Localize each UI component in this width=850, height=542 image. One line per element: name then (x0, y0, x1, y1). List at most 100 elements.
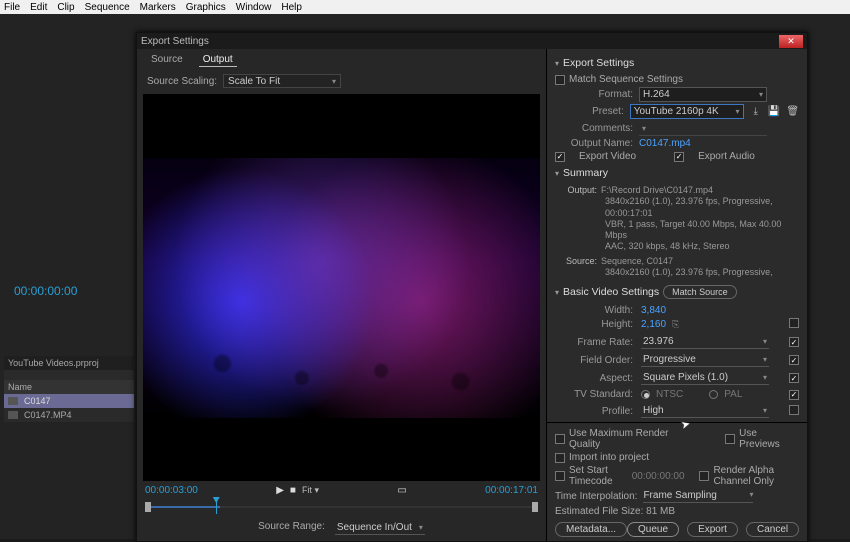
estimated-file-size: Estimated File Size: 81 MB (555, 506, 799, 517)
comments-label: Comments: (555, 123, 633, 134)
width-label: Width: (555, 305, 641, 316)
cancel-button[interactable]: Cancel (746, 522, 799, 537)
project-item-clip[interactable]: C0147.MP4 (4, 408, 134, 422)
output-name-link[interactable]: C0147.mp4 (639, 138, 691, 149)
delete-preset-icon[interactable]: 🗑 (786, 105, 799, 119)
out-point-handle[interactable] (532, 502, 538, 512)
fieldorder-dropdown[interactable]: Progressive (641, 353, 769, 367)
set-start-tc-checkbox[interactable] (555, 471, 565, 481)
tab-output[interactable]: Output (199, 53, 237, 67)
tvstd-label: TV Standard: (555, 389, 641, 400)
export-settings-header[interactable]: Export Settings (555, 57, 799, 69)
basic-video-settings-header[interactable]: Basic Video Settings Match Source (555, 285, 799, 299)
workspace: 00:00:00:00 YouTube Videos.prproj Name C… (0, 14, 850, 539)
playhead[interactable] (216, 500, 217, 514)
match-framerate-checkbox[interactable] (789, 337, 799, 347)
import-into-project-checkbox[interactable] (555, 453, 565, 463)
pal-radio[interactable] (709, 390, 718, 399)
project-panel[interactable]: YouTube Videos.prproj Name C0147 C0147.M… (4, 356, 134, 422)
project-column-name[interactable]: Name (4, 380, 134, 394)
video-preview[interactable] (143, 94, 540, 481)
framerate-label: Frame Rate: (555, 337, 641, 348)
app-menubar[interactable]: File Edit Clip Sequence Markers Graphics… (0, 0, 850, 14)
menu-window[interactable]: Window (236, 2, 272, 13)
zoom-fit-dropdown[interactable]: Fit ▾ (302, 485, 319, 496)
time-interpolation-dropdown[interactable]: Frame Sampling (643, 490, 753, 503)
menu-graphics[interactable]: Graphics (186, 2, 226, 13)
summary-header[interactable]: Summary (555, 167, 799, 179)
export-video-checkbox[interactable] (555, 152, 565, 162)
close-button[interactable]: ✕ (779, 35, 803, 48)
render-alpha-checkbox[interactable] (699, 471, 709, 481)
menu-clip[interactable]: Clip (57, 2, 74, 13)
height-value[interactable]: 2,160 (641, 319, 666, 330)
export-footer: Use Maximum Render Quality Use Previews … (547, 422, 807, 541)
aspect-dropdown[interactable]: Square Pixels (1.0) (641, 371, 769, 385)
source-scaling-dropdown[interactable]: Scale To Fit (223, 74, 341, 88)
match-tvstd-checkbox[interactable] (789, 390, 799, 400)
aspect-correction-icon[interactable]: ▭ (397, 485, 406, 496)
match-sequence-label: Match Sequence Settings (569, 74, 683, 85)
current-timecode[interactable]: 00:00:03:00 (145, 485, 198, 496)
stop-icon[interactable]: ■ (290, 485, 296, 496)
source-range-label: Source Range: (258, 521, 325, 535)
queue-button[interactable]: Queue (627, 522, 679, 537)
output-name-label: Output Name: (555, 138, 633, 149)
export-settings-dialog: Export Settings ✕ Source Output Source S… (136, 32, 808, 542)
use-previews-checkbox[interactable] (725, 434, 735, 444)
dialog-titlebar[interactable]: Export Settings ✕ (137, 33, 807, 49)
dialog-title: Export Settings (141, 36, 209, 47)
transport-controls: 00:00:03:00 ▶ ■ Fit ▾ ▭ 00:00:17:01 (137, 481, 546, 541)
scrub-bar[interactable] (145, 498, 538, 518)
width-value[interactable]: 3,840 (641, 305, 666, 316)
framerate-dropdown[interactable]: 23.976 (641, 335, 769, 349)
export-button[interactable]: Export (687, 522, 738, 537)
time-interpolation-label: Time Interpolation: (555, 491, 637, 502)
metadata-button[interactable]: Metadata... (555, 522, 627, 537)
max-render-quality-label: Use Maximum Render Quality (569, 428, 700, 450)
menu-file[interactable]: File (4, 2, 20, 13)
save-preset-icon[interactable]: 💾 (768, 105, 780, 119)
match-dimensions-checkbox[interactable] (789, 318, 799, 328)
preset-dropdown[interactable]: YouTube 2160p 4K (630, 104, 744, 119)
source-range-dropdown[interactable]: Sequence In/Out (335, 521, 425, 535)
comments-input[interactable] (639, 121, 767, 136)
ntsc-radio[interactable] (641, 390, 650, 399)
use-previews-label: Use Previews (739, 428, 799, 450)
import-into-project-label: Import into project (569, 452, 649, 463)
menu-edit[interactable]: Edit (30, 2, 47, 13)
start-tc-value: 00:00:00:00 (632, 471, 685, 482)
summary-block: Output:F:\Record Drive\C0147.mp4 3840x21… (555, 183, 799, 277)
duration-timecode: 00:00:17:01 (485, 485, 538, 496)
scrub-progress (145, 506, 220, 508)
play-icon[interactable]: ▶ (276, 485, 284, 496)
export-audio-checkbox[interactable] (674, 152, 684, 162)
set-start-tc-label: Set Start Timecode (569, 465, 628, 487)
preview-column: Source Output Source Scaling: Scale To F… (137, 49, 547, 541)
in-point-handle[interactable] (145, 502, 151, 512)
source-output-tabs[interactable]: Source Output (137, 49, 546, 71)
match-sequence-checkbox[interactable] (555, 75, 565, 85)
preview-frame (143, 158, 540, 418)
project-item-sequence[interactable]: C0147 (4, 394, 134, 408)
menu-markers[interactable]: Markers (140, 2, 176, 13)
export-video-label: Export Video (579, 151, 636, 162)
program-timecode: 00:00:00:00 (14, 284, 77, 298)
match-profile-checkbox[interactable] (789, 405, 799, 415)
menu-sequence[interactable]: Sequence (85, 2, 130, 13)
format-label: Format: (555, 89, 633, 100)
import-preset-icon[interactable]: ⤓ (750, 105, 762, 119)
tab-source[interactable]: Source (147, 53, 187, 67)
export-audio-label: Export Audio (698, 151, 755, 162)
format-dropdown[interactable]: H.264 (639, 87, 767, 102)
project-file-name: YouTube Videos.prproj (4, 356, 134, 370)
match-source-button[interactable]: Match Source (663, 285, 737, 299)
match-fieldorder-checkbox[interactable] (789, 355, 799, 365)
match-aspect-checkbox[interactable] (789, 373, 799, 383)
max-render-quality-checkbox[interactable] (555, 434, 565, 444)
menu-help[interactable]: Help (281, 2, 302, 13)
preset-label: Preset: (555, 106, 624, 117)
project-item-label: C0147.MP4 (24, 410, 72, 420)
link-dimensions-icon[interactable]: ⎘ (672, 319, 679, 330)
profile-dropdown[interactable]: High (641, 404, 769, 418)
